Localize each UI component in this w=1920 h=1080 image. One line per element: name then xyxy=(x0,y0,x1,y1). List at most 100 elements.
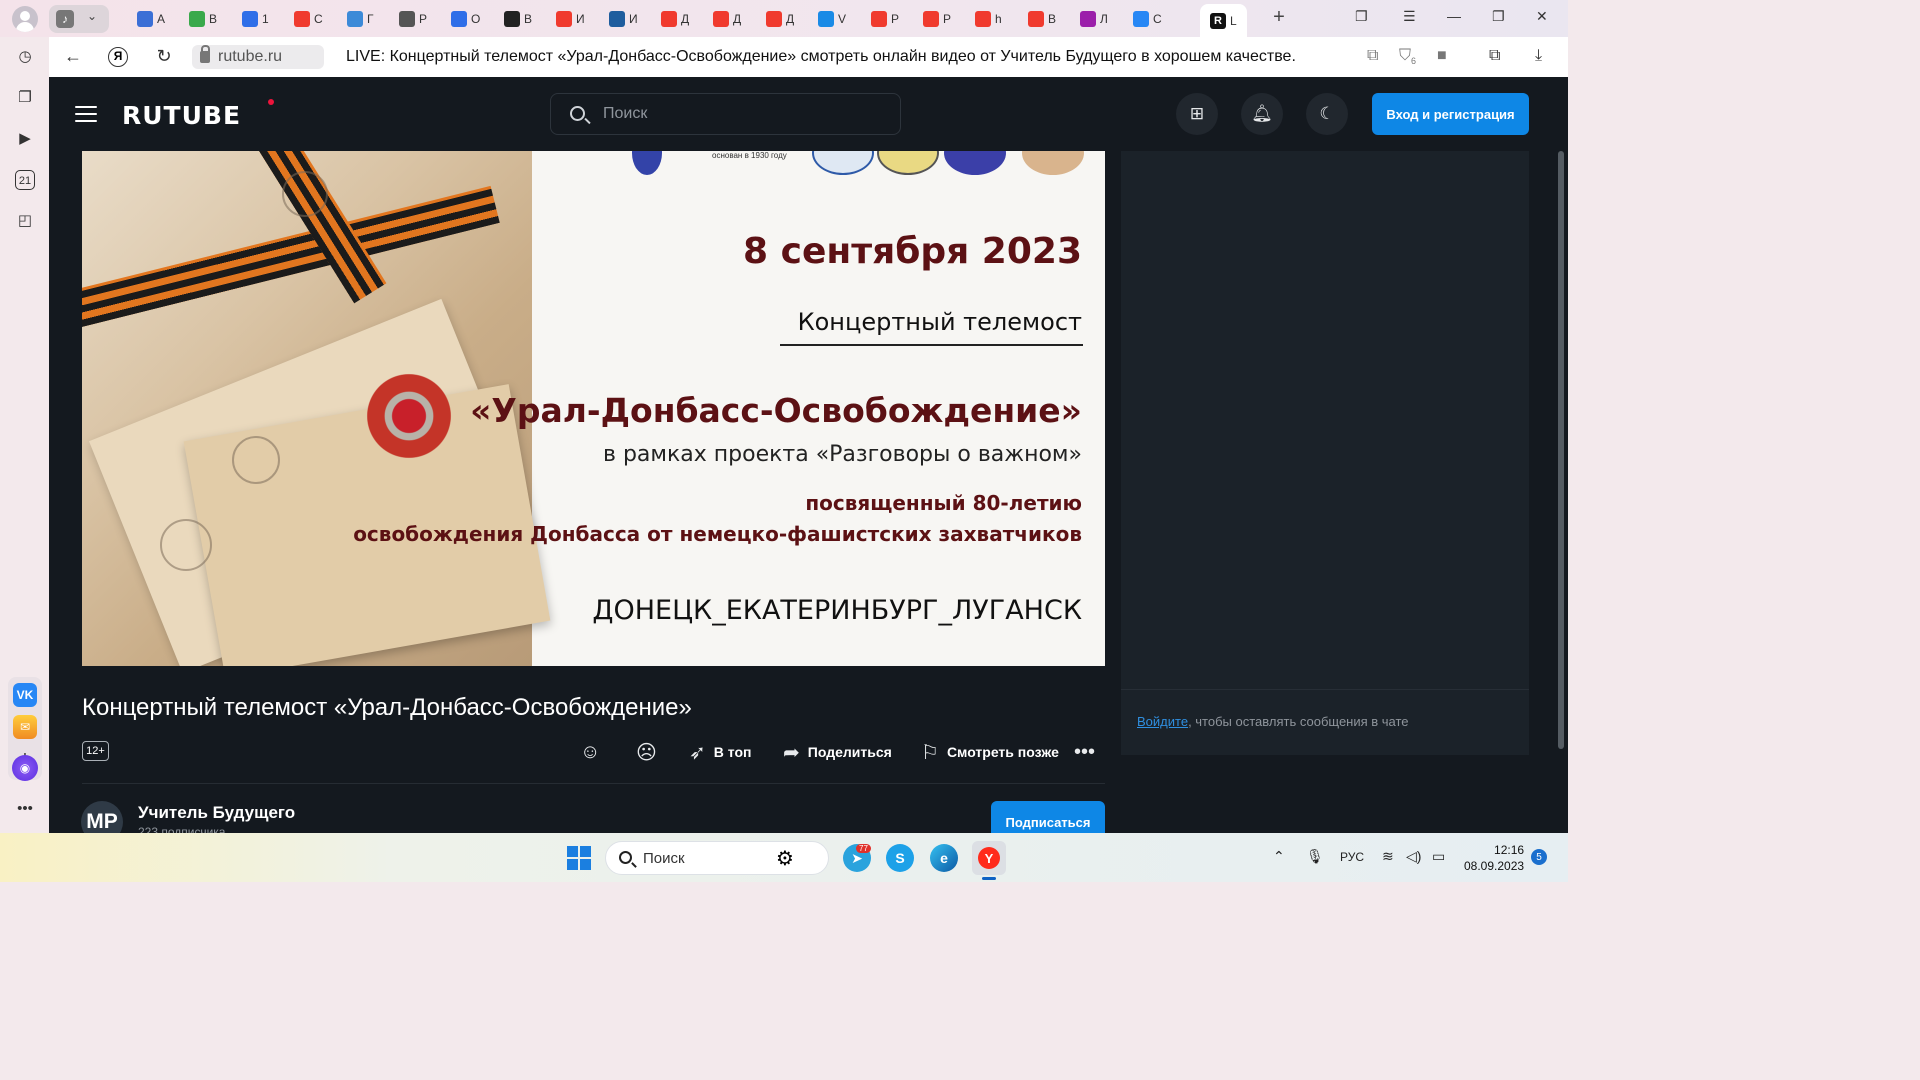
browser-tab[interactable]: С xyxy=(1133,6,1162,32)
calendar-icon[interactable]: 21 xyxy=(15,170,35,190)
browser-tab[interactable]: И xyxy=(609,6,638,32)
protect-icon[interactable]: ⛉6 xyxy=(1399,47,1416,66)
browser-tab[interactable]: В xyxy=(1028,6,1056,32)
reload-icon[interactable]: ↻ xyxy=(152,46,176,67)
tab-label: Р xyxy=(891,12,900,26)
tab-label: И xyxy=(576,12,585,26)
search-input[interactable] xyxy=(603,102,883,126)
rutube-logo[interactable]: RUTUBE xyxy=(122,101,241,130)
doc-tab-icon xyxy=(399,11,415,27)
search-box[interactable] xyxy=(550,93,901,135)
page-title[interactable]: LIVE: Концертный телемост «Урал-Донбасс-… xyxy=(346,48,1296,66)
browser-tab[interactable]: 1 xyxy=(242,6,269,32)
domain-pill[interactable]: rutube.ru xyxy=(192,45,324,69)
theme-moon-icon[interactable]: ☾ xyxy=(1306,93,1348,135)
reader-mode-icon[interactable]: ⧉ xyxy=(1367,47,1378,65)
browser-tab[interactable]: Д xyxy=(713,6,741,32)
microphone-icon[interactable]: 🎙︎ xyxy=(1306,848,1324,865)
windows-start-icon[interactable] xyxy=(567,846,591,870)
tab-group-audio[interactable]: ♪ ⌄ xyxy=(49,5,109,33)
yandex-home-icon[interactable]: Я xyxy=(108,47,128,67)
browser-tab[interactable]: Д xyxy=(661,6,689,32)
new-tab-button[interactable]: + xyxy=(1268,7,1290,29)
browser-tab[interactable]: И xyxy=(556,6,585,32)
chat-login-link[interactable]: Войдите xyxy=(1137,714,1188,729)
mail-icon[interactable]: ✉ xyxy=(13,715,37,739)
notification-count-badge[interactable]: 5 xyxy=(1531,849,1547,865)
tab-label: h xyxy=(995,12,1002,26)
close-icon[interactable]: ✕ xyxy=(1536,8,1548,25)
page-scrollbar[interactable] xyxy=(1558,151,1564,751)
profile-avatar-icon[interactable] xyxy=(12,6,38,32)
browser-tab[interactable]: h xyxy=(975,6,1002,32)
battery-icon[interactable]: ▭ xyxy=(1432,848,1445,865)
search-icon[interactable] xyxy=(570,106,585,121)
history-icon[interactable]: ◷ xyxy=(13,45,37,69)
yandex-icon: Y xyxy=(978,847,1000,869)
emblem-icon xyxy=(632,151,662,175)
back-arrow-icon[interactable]: ← xyxy=(61,46,85,67)
browser-tab[interactable]: О xyxy=(451,6,480,32)
share-button[interactable]: ➦ Поделиться xyxy=(783,739,892,765)
menu-icon[interactable]: ☰ xyxy=(1403,8,1416,25)
tab-label: С xyxy=(1153,12,1162,26)
chevron-up-icon[interactable]: ⌃ xyxy=(1273,848,1285,865)
video-play-icon[interactable]: ▶ xyxy=(13,127,37,151)
volume-icon[interactable]: ◁) xyxy=(1406,848,1421,865)
vk-icon[interactable]: VK xyxy=(13,683,37,707)
alice-icon[interactable]: ◉ xyxy=(12,755,38,781)
scrollbar-thumb[interactable] xyxy=(1558,151,1564,749)
speaker-icon[interactable]: ♪ xyxy=(56,10,74,28)
browser-tab[interactable]: В xyxy=(504,6,532,32)
browser-tab[interactable]: В xyxy=(189,6,217,32)
watch-later-button[interactable]: ⚐ Смотреть позже xyxy=(921,739,1059,765)
section-divider xyxy=(82,783,1105,784)
video-subtitle: Концертный телемост xyxy=(797,308,1082,336)
taskbar-search-label: Поиск xyxy=(643,850,685,867)
browser-tab[interactable]: Р xyxy=(399,6,427,32)
video-event-name: «Урал-Донбасс-Освобождение» xyxy=(470,391,1082,430)
browser-tab[interactable]: С xyxy=(294,6,323,32)
collections-icon[interactable]: ❐ xyxy=(1355,8,1368,25)
tab-active-rutube[interactable]: R L xyxy=(1200,4,1247,37)
restore-icon[interactable]: ❐ xyxy=(1492,8,1505,25)
skype-icon[interactable]: S xyxy=(886,844,914,872)
chevron-down-icon[interactable]: ⌄ xyxy=(87,9,97,23)
collections-icon[interactable]: ⧉ xyxy=(1489,47,1500,65)
dislike-button[interactable]: ☹ xyxy=(636,739,657,765)
hamburger-menu-icon[interactable] xyxy=(75,106,97,122)
browser-tab[interactable]: А xyxy=(137,6,165,32)
more-icon[interactable]: ••• xyxy=(13,797,37,821)
screenshot-icon[interactable]: ◰ xyxy=(13,209,37,233)
browser-tab[interactable]: Д xyxy=(766,6,794,32)
language-indicator[interactable]: РУС xyxy=(1340,850,1364,864)
tab-label: Р xyxy=(943,12,952,26)
browser-tab[interactable]: V xyxy=(818,6,846,32)
download-icon[interactable]: ⤓ xyxy=(1535,47,1542,65)
yandex-tab-icon xyxy=(766,11,782,27)
login-button[interactable]: Вход и регистрация xyxy=(1372,93,1529,135)
more-actions-button[interactable]: ••• xyxy=(1074,739,1095,765)
tab-label: И xyxy=(629,12,638,26)
channel-avatar[interactable]: MP xyxy=(81,801,123,833)
clock[interactable]: 12:16 08.09.2023 xyxy=(1464,842,1524,874)
tabs-icon[interactable]: ❐ xyxy=(13,86,37,110)
video-player[interactable]: основан в 1930 году 8 сентября 2023 Конц… xyxy=(82,151,1105,666)
browser-tab[interactable]: Г xyxy=(347,6,374,32)
notifications-bell-icon[interactable]: 🔔︎ xyxy=(1241,93,1283,135)
yandex-browser-taskbar-icon[interactable]: Y xyxy=(972,841,1006,875)
subscribe-button[interactable]: Подписаться xyxy=(991,801,1105,833)
tab-label: В xyxy=(1048,12,1057,26)
browser-tab[interactable]: Р xyxy=(871,6,899,32)
like-button[interactable]: ☺ xyxy=(580,739,600,765)
upload-button[interactable]: ⊞ xyxy=(1176,93,1218,135)
bookmark-icon[interactable]: ■ xyxy=(1437,47,1447,65)
top-button[interactable]: ➶ В топ xyxy=(689,739,751,765)
taskbar-search[interactable]: Поиск ⚙ xyxy=(605,841,829,875)
edge-icon[interactable]: e xyxy=(930,844,958,872)
channel-name[interactable]: Учитель Будущего xyxy=(138,803,295,823)
wifi-icon[interactable]: ≋ xyxy=(1382,848,1394,865)
browser-tab[interactable]: Л xyxy=(1080,6,1108,32)
browser-tab[interactable]: Р xyxy=(923,6,951,32)
minimize-icon[interactable]: — xyxy=(1447,8,1461,24)
